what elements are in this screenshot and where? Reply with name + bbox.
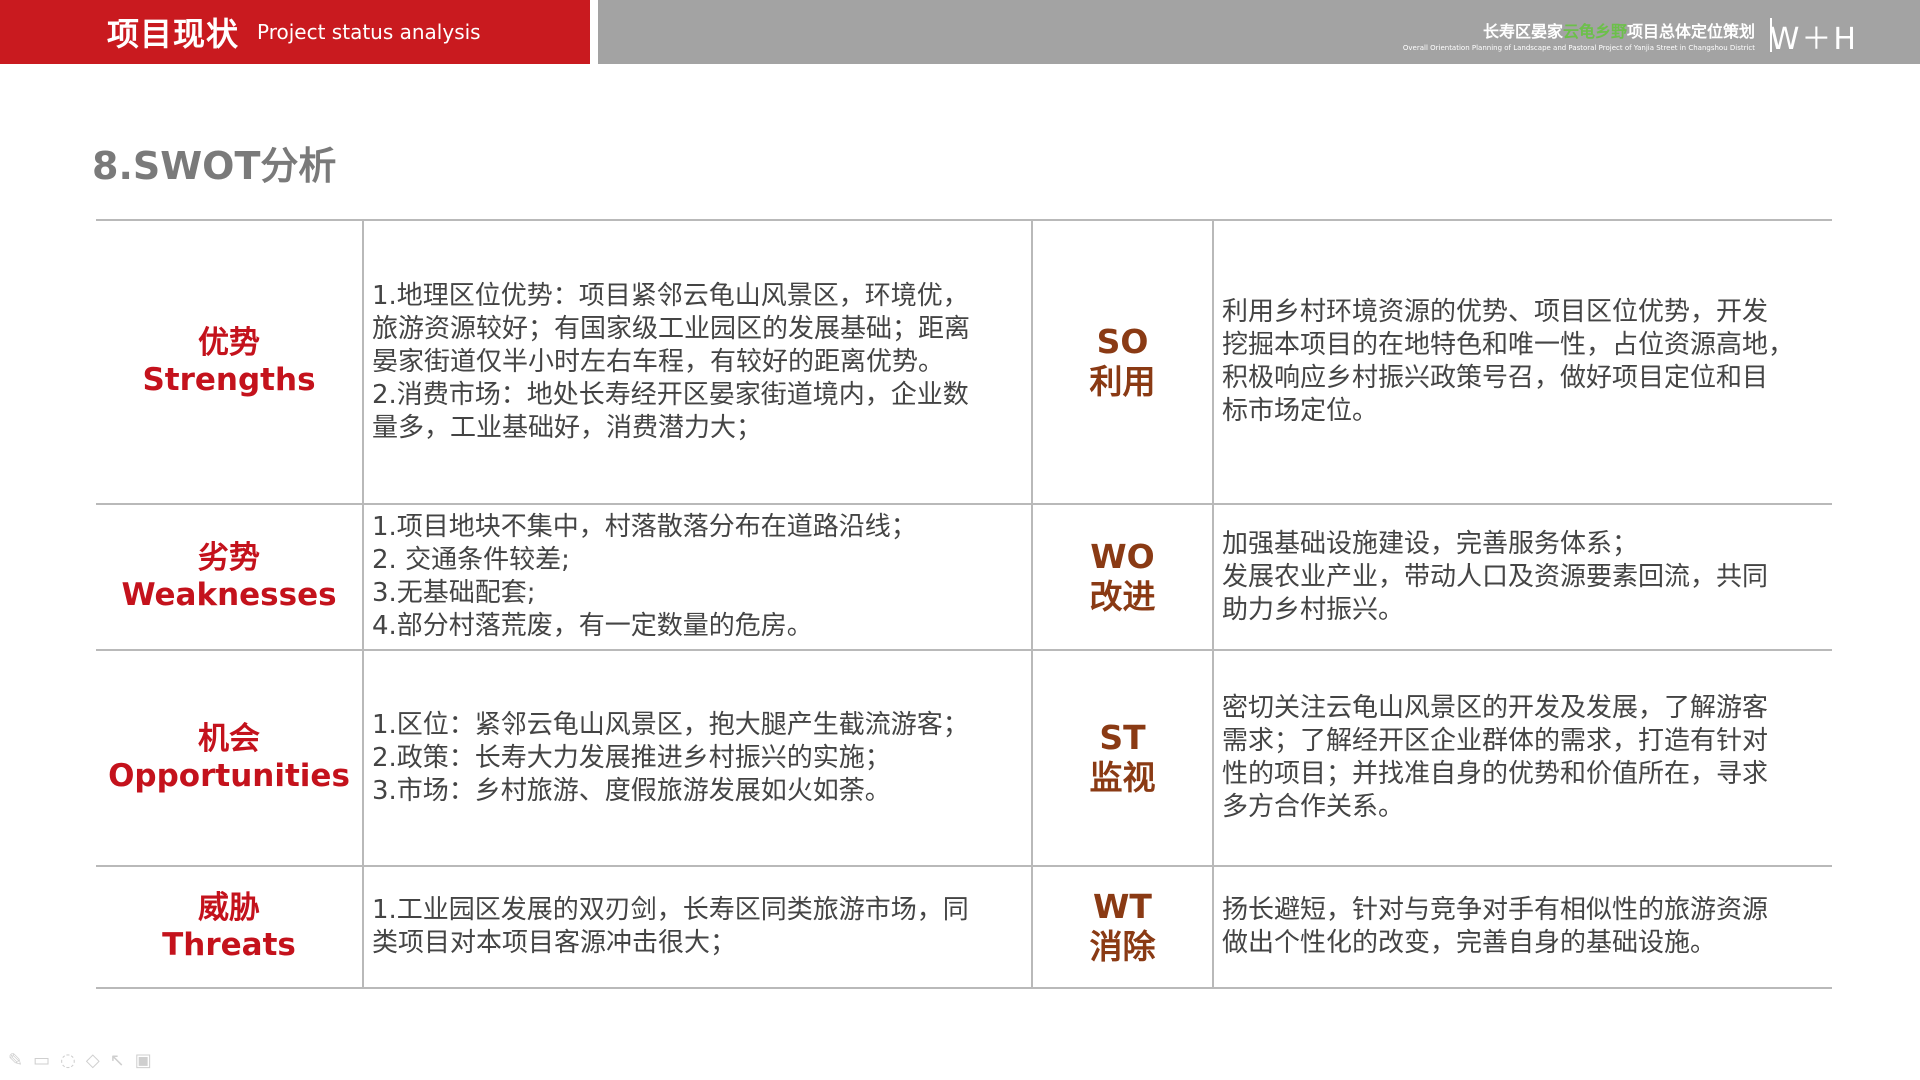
description-line: 3.无基础配套; (372, 578, 536, 608)
strategy-line: 助力乡村振兴。 (1222, 594, 1405, 625)
strategy-cn: 监视 (1089, 758, 1156, 797)
description-line: 晏家街道仅半小时左右车程，有较好的距离优势。 (372, 346, 945, 377)
strategy-line: 做出个性化的改变，完善自身的基础设施。 (1222, 928, 1717, 958)
strategy-line: 扬长避短，针对与竞争对手有相似性的旅游资源 (1222, 895, 1769, 925)
swot-row: 机会 Opportunities 1.区位：紧邻云龟山风景区，抱大腿产生截流游客； 2… (96, 649, 1832, 867)
strategy-description: 密切关注云龟山风景区的开发及发展，了解游客 需求；了解经开区企业群体的需求，打造有… (1212, 649, 1832, 867)
pointer-icon[interactable]: ↖ (110, 1050, 125, 1071)
swot-label-en: Weaknesses (121, 577, 337, 613)
swot-label-cn: 威胁 (198, 890, 260, 926)
pen-icon[interactable]: ✎ (8, 1050, 23, 1071)
strategy-line: 挖掘本项目的在地特色和唯一性，占位资源高地， (1222, 330, 1795, 360)
swot-description: 1.工业园区发展的双刃剑，长寿区同类旅游市场，同 类项目对本项目客源冲击很大； (362, 865, 1033, 989)
strategy-label: ST 监视 (1031, 649, 1214, 867)
strategy-line: 多方合作关系。 (1222, 792, 1405, 822)
strategy-cn: 利用 (1089, 362, 1156, 401)
description-line: 2. 交通条件较差; (372, 545, 570, 575)
strategy-line: 性的项目；并找准自身的优势和价值所在，寻求 (1222, 759, 1769, 789)
eraser-icon[interactable]: ◌ (60, 1050, 76, 1071)
swot-label: 优势 Strengths (96, 219, 364, 505)
project-name: 长寿区晏家云龟乡野项目总体定位策划 Overall Orientation Pl… (1403, 18, 1755, 52)
swot-label-en: Opportunities (108, 758, 350, 794)
strategy-code: WO (1090, 537, 1155, 576)
strategy-code: WT (1093, 887, 1152, 926)
header-title-bar: 项目现状 Project status analysis (0, 0, 590, 64)
strategy-description: 扬长避短，针对与竞争对手有相似性的旅游资源 做出个性化的改变，完善自身的基础设施。 (1212, 865, 1832, 989)
project-name-part2: 项目总体定位策划 (1626, 22, 1755, 41)
strategy-line: 密切关注云龟山风景区的开发及发展，了解游客 (1222, 693, 1769, 723)
company-logo: W＋H (1769, 22, 1858, 57)
laser-icon[interactable]: ◇ (86, 1050, 100, 1071)
strategy-cn: 改进 (1089, 577, 1156, 616)
description-line: 2.政策：长寿大力发展推进乡村振兴的实施； (372, 742, 891, 773)
screen-icon[interactable]: ▣ (135, 1050, 152, 1071)
header-project-bar: 长寿区晏家云龟乡野项目总体定位策划 Overall Orientation Pl… (598, 0, 1920, 64)
description-line: 3.市场：乡村旅游、度假旅游发展如火如荼。 (372, 775, 891, 806)
strategy-line: 加强基础设施建设，完善服务体系； (1222, 528, 1639, 559)
strategy-description: 利用乡村环境资源的优势、项目区位优势，开发 挖掘本项目的在地特色和唯一性，占位资源… (1212, 219, 1832, 505)
swot-description: 1.地理区位优势：项目紧邻云龟山风景区，环境优， 旅游资源较好；有国家级工业园区的… (362, 219, 1033, 505)
description-line: 1.工业园区发展的双刃剑，长寿区同类旅游市场，同 (372, 895, 969, 925)
swot-row: 优势 Strengths 1.地理区位优势：项目紧邻云龟山风景区，环境优， 旅游资源较… (96, 219, 1832, 505)
strategy-label: SO 利用 (1031, 219, 1214, 505)
swot-label: 劣势 Weaknesses (96, 503, 364, 651)
strategy-code: ST (1099, 718, 1146, 757)
strategy-label: WT 消除 (1031, 865, 1214, 989)
strategy-line: 利用乡村环境资源的优势、项目区位优势，开发 (1222, 297, 1769, 327)
project-name-part1: 长寿区晏家 (1482, 22, 1563, 41)
strategy-cn: 消除 (1089, 927, 1156, 966)
swot-table: 优势 Strengths 1.地理区位优势：项目紧邻云龟山风景区，环境优， 旅游资源较… (96, 219, 1832, 989)
header-title: 项目现状 (107, 15, 240, 53)
project-name-en: Overall Orientation Planning of Landscap… (1402, 44, 1755, 52)
header-subtitle: Project status analysis (257, 20, 481, 44)
description-line: 旅游资源较好；有国家级工业园区的发展基础；距离 (372, 313, 971, 344)
description-line: 1.地理区位优势：项目紧邻云龟山风景区，环境优， (372, 280, 969, 311)
description-line: 类项目对本项目客源冲击很大； (372, 928, 737, 958)
swot-row: 威胁 Threats 1.工业园区发展的双刃剑，长寿区同类旅游市场，同 类项目对本项目… (96, 865, 1832, 989)
strategy-label: WO 改进 (1031, 503, 1214, 651)
swot-description: 1.区位：紧邻云龟山风景区，抱大腿产生截流游客； 2.政策：长寿大力发展推进乡村振… (362, 649, 1033, 867)
strategy-description: 加强基础设施建设，完善服务体系； 发展农业产业，带动人口及资源要素回流，共同 助力乡… (1212, 503, 1832, 651)
page-title: 8.SWOT分析 (92, 144, 337, 188)
description-line: 2.消费市场：地处长寿经开区晏家街道境内，企业数 (372, 379, 969, 410)
swot-label-cn: 机会 (198, 721, 260, 757)
description-line: 量多，工业基础好，消费潜力大； (372, 412, 763, 443)
description-line: 4.部分村落荒废，有一定数量的危房。 (372, 611, 813, 641)
strategy-code: SO (1096, 322, 1149, 361)
swot-row: 劣势 Weaknesses 1.项目地块不集中，村落散落分布在道路沿线； 2. 交通条… (96, 503, 1832, 651)
highlighter-icon[interactable]: ▭ (33, 1050, 50, 1071)
strategy-line: 标市场定位。 (1222, 396, 1379, 426)
strategy-line: 积极响应乡村振兴政策号召，做好项目定位和目 (1222, 363, 1769, 393)
swot-label: 威胁 Threats (96, 865, 364, 989)
swot-label-en: Threats (162, 927, 296, 963)
swot-description: 1.项目地块不集中，村落散落分布在道路沿线； 2. 交通条件较差; 3.无基础配套;… (362, 503, 1033, 651)
swot-label-en: Strengths (142, 362, 316, 398)
swot-label-cn: 优势 (198, 325, 260, 361)
swot-label-cn: 劣势 (198, 540, 260, 576)
presentation-toolbar: ✎ ▭ ◌ ◇ ↖ ▣ (8, 1050, 152, 1071)
swot-label: 机会 Opportunities (96, 649, 364, 867)
description-line: 1.区位：紧邻云龟山风景区，抱大腿产生截流游客； (372, 709, 969, 740)
project-name-green: 云龟乡野 (1562, 22, 1627, 41)
description-line: 1.项目地块不集中，村落散落分布在道路沿线； (372, 512, 917, 542)
strategy-line: 需求；了解经开区企业群体的需求，打造有针对 (1222, 726, 1769, 756)
strategy-line: 发展农业产业，带动人口及资源要素回流，共同 (1222, 561, 1769, 592)
